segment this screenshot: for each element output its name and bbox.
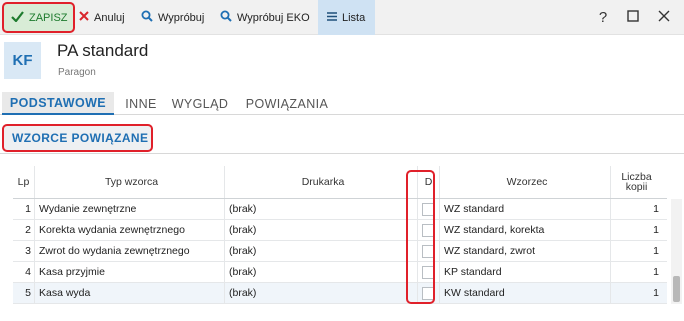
tab-bar: PODSTAWOWE INNE WYGLĄD POWIĄZANIA [0, 92, 684, 115]
d-checkbox[interactable] [422, 244, 435, 258]
row-drukarka[interactable]: (brak) [224, 283, 417, 303]
d-checkbox[interactable] [422, 202, 435, 216]
row-drukarka[interactable]: (brak) [224, 199, 417, 219]
tab-inne[interactable]: INNE [118, 92, 164, 115]
row-d-cell [417, 241, 439, 261]
row-typ-wzorca[interactable]: Korekta wydania zewnętrznego [34, 220, 224, 240]
row-d-cell [417, 220, 439, 240]
close-icon [658, 10, 670, 25]
help-button[interactable]: ? [588, 0, 618, 35]
tab-wyglad[interactable]: WYGLĄD [166, 92, 234, 115]
cancel-button[interactable]: Anuluj [79, 0, 125, 35]
row-liczba-kopii[interactable]: 1 [610, 241, 662, 261]
maximize-button[interactable] [618, 0, 648, 35]
cancel-label: Anuluj [94, 11, 125, 24]
list-button[interactable]: Lista [318, 0, 375, 35]
check-icon [11, 10, 24, 25]
row-liczba-kopii[interactable]: 1 [610, 199, 662, 219]
magnifier-icon [141, 10, 153, 25]
row-typ-wzorca[interactable]: Kasa wyda [34, 283, 224, 303]
magnifier-icon [220, 10, 232, 25]
row-drukarka[interactable]: (brak) [224, 220, 417, 240]
row-typ-wzorca[interactable]: Zwrot do wydania zewnętrznego [34, 241, 224, 261]
test-eko-label: Wypróbuj EKO [237, 11, 310, 24]
row-wzorzec[interactable]: WZ standard [439, 199, 610, 219]
square-icon [627, 10, 639, 25]
section-header[interactable]: WZORCE POWIĄZANE [2, 124, 153, 152]
row-lp: 3 [25, 245, 31, 257]
row-d-cell [417, 283, 439, 303]
table-row[interactable]: 1 Wydanie zewnętrzne (brak) WZ standard … [13, 199, 667, 220]
x-icon [79, 11, 89, 24]
column-header-wzorzec[interactable]: Wzorzec [439, 166, 610, 198]
row-wzorzec[interactable]: WZ standard, korekta [439, 220, 610, 240]
page-subtitle: Paragon [58, 67, 96, 78]
test-button[interactable]: Wypróbuj [141, 0, 204, 35]
row-drukarka[interactable]: (brak) [224, 262, 417, 282]
close-button[interactable] [649, 0, 679, 35]
tab-powiazania[interactable]: POWIĄZANIA [238, 92, 336, 115]
scrollbar-thumb[interactable] [673, 276, 680, 302]
column-header-typ-wzorca[interactable]: Typ wzorca [34, 166, 224, 198]
section-title: WZORCE POWIĄZANE [12, 131, 149, 145]
row-d-cell [417, 199, 439, 219]
row-liczba-kopii[interactable]: 1 [610, 262, 662, 282]
column-header-drukarka[interactable]: Drukarka [224, 166, 417, 198]
toolbar: ZAPISZ Anuluj Wypróbuj Wypróbuj EKO List… [0, 0, 684, 35]
row-lp: 2 [25, 224, 31, 236]
d-checkbox[interactable] [422, 223, 435, 237]
row-lp: 5 [25, 287, 31, 299]
column-header-lp[interactable]: Lp [13, 166, 34, 198]
d-checkbox[interactable] [422, 286, 435, 300]
row-liczba-kopii[interactable]: 1 [610, 220, 662, 240]
row-drukarka[interactable]: (brak) [224, 241, 417, 261]
row-wzorzec[interactable]: KW standard [439, 283, 610, 303]
row-d-cell [417, 262, 439, 282]
test-eko-button[interactable]: Wypróbuj EKO [220, 0, 310, 35]
row-wzorzec[interactable]: KP standard [439, 262, 610, 282]
row-typ-wzorca[interactable]: Kasa przyjmie [34, 262, 224, 282]
row-lp: 4 [25, 266, 31, 278]
page-title: PA standard [57, 41, 149, 60]
row-lp: 1 [25, 203, 31, 215]
save-button[interactable]: ZAPISZ [2, 2, 75, 33]
table-row[interactable]: 3 Zwrot do wydania zewnętrznego (brak) W… [13, 241, 667, 262]
table-row-selected[interactable]: 5 Kasa wyda (brak) KW standard 1 [13, 283, 667, 304]
test-label: Wypróbuj [158, 11, 205, 24]
d-checkbox[interactable] [422, 265, 435, 279]
question-icon: ? [598, 9, 608, 26]
hamburger-icon [327, 11, 337, 24]
column-header-d[interactable]: D [417, 166, 439, 198]
divider [0, 153, 684, 154]
row-wzorzec[interactable]: WZ standard, zwrot [439, 241, 610, 261]
column-header-liczba-line2: kopii [625, 181, 648, 193]
table-row[interactable]: 4 Kasa przyjmie (brak) KP standard 1 [13, 262, 667, 283]
table-header-row: Lp Typ wzorca Drukarka D Wzorzec Liczba … [13, 166, 667, 199]
list-label: Lista [342, 11, 366, 24]
save-label: ZAPISZ [29, 11, 68, 24]
document-type-badge: KF [4, 42, 41, 79]
row-typ-wzorca[interactable]: Wydanie zewnętrzne [34, 199, 224, 219]
linked-templates-table: Lp Typ wzorca Drukarka D Wzorzec Liczba … [13, 166, 667, 304]
tab-podstawowe[interactable]: PODSTAWOWE [2, 92, 114, 115]
table-row[interactable]: 2 Korekta wydania zewnętrznego (brak) WZ… [13, 220, 667, 241]
row-liczba-kopii[interactable]: 1 [610, 283, 662, 303]
column-header-liczba-kopii[interactable]: Liczba kopii [610, 166, 662, 198]
